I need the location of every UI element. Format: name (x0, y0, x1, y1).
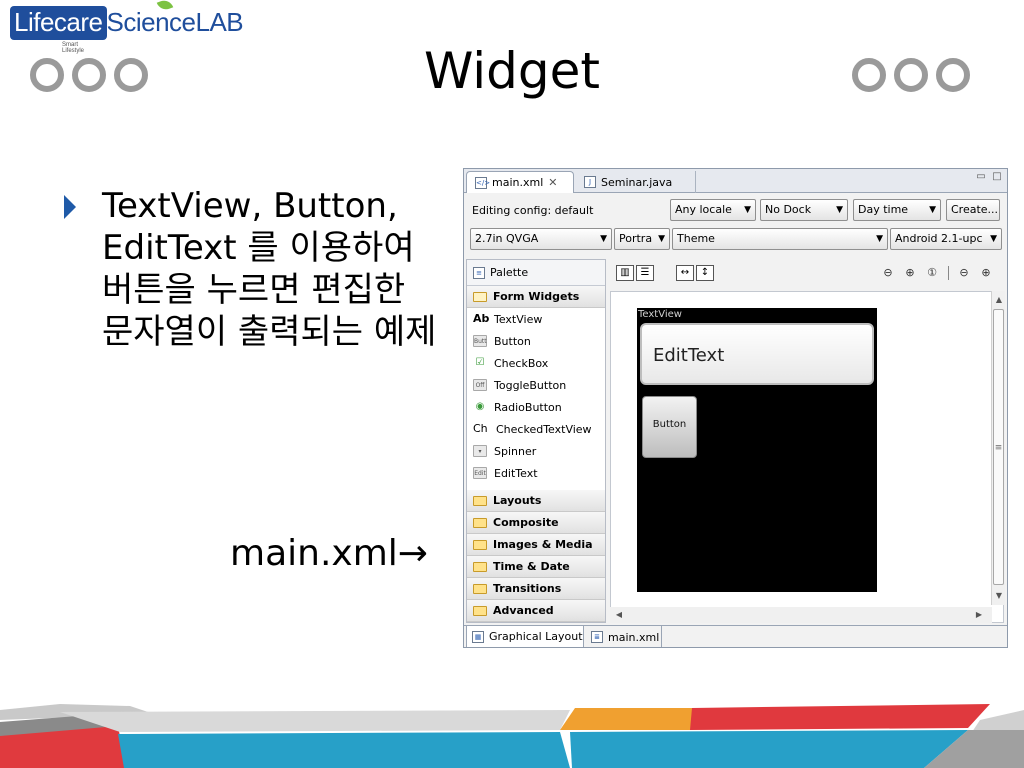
tab-seminar-java[interactable]: J Seminar.java (576, 171, 696, 193)
folder-icon (473, 605, 487, 616)
palette-item-checkbox[interactable]: ☑ CheckBox (467, 352, 605, 374)
footer-decoration (0, 704, 1024, 768)
toggle-icon: Off (473, 379, 487, 391)
config-row-bottom: 2.7in QVGA ▼ Portra ▼ Theme ▼ Android 2.1-u… (464, 228, 1007, 254)
fill-height-icon[interactable]: ↕ (696, 265, 714, 281)
tab-label: Seminar.java (601, 175, 673, 189)
horizontal-scrollbar[interactable]: ◀ ▶ (610, 607, 992, 623)
category-images-media[interactable]: Images & Media (467, 534, 605, 556)
folder-icon (473, 495, 487, 506)
time-select[interactable]: Day time ▼ (853, 199, 941, 221)
logo-part2: ScienceLAB (106, 7, 244, 37)
java-file-icon: J (584, 176, 596, 188)
toolbar-separator (948, 266, 949, 280)
folder-icon (473, 561, 487, 572)
zoom-out-icon[interactable]: ⊖ (880, 265, 896, 281)
maximize-icon[interactable]: □ (991, 172, 1003, 184)
folder-icon (473, 539, 487, 550)
dropdown-arrow-icon: ▼ (600, 234, 607, 244)
folder-icon (473, 583, 487, 594)
folder-open-icon (473, 291, 487, 302)
radio-icon: ◉ (475, 401, 485, 412)
palette-icon: ≡ (473, 266, 485, 279)
screen-size-select[interactable]: 2.7in QVGA ▼ (470, 228, 612, 250)
palette-item-edittext[interactable]: Edit EditText (467, 462, 605, 484)
category-layouts[interactable]: Layouts (467, 490, 605, 512)
xml-source-icon: ≣ (591, 631, 603, 643)
screenshot-caption: main.xml→ (230, 533, 428, 574)
layout-canvas[interactable]: TextView EditText Button (610, 291, 1004, 623)
fill-width-icon[interactable]: ↔ (676, 265, 694, 281)
layout-rows-icon[interactable]: ☰ (636, 265, 654, 281)
editing-config-label: Editing config: default (472, 204, 594, 217)
tab-label: main.xml (492, 176, 544, 189)
textview-icon: Ab (473, 312, 490, 325)
palette-item-spinner[interactable]: ▾ Spinner (467, 440, 605, 462)
category-time-date[interactable]: Time & Date (467, 556, 605, 578)
slide-title: Widget (423, 42, 601, 100)
category-transitions[interactable]: Transitions (467, 578, 605, 600)
palette-item-button[interactable]: Butt Button (467, 330, 605, 352)
device-preview[interactable]: TextView EditText Button (637, 308, 877, 592)
logo-part1: Lifecare (10, 6, 107, 40)
layout-columns-icon[interactable]: ▥ (616, 265, 634, 281)
zoom-minus-icon[interactable]: ⊖ (956, 265, 972, 281)
dropdown-arrow-icon: ▼ (836, 205, 843, 215)
scroll-up-icon[interactable]: ▲ (992, 293, 1006, 307)
preview-textview[interactable]: TextView (638, 309, 682, 320)
bullet-text: TextView, Button, EditText 를 이용하여 버튼을 누르… (102, 186, 437, 352)
dropdown-arrow-icon: ▼ (876, 234, 883, 244)
spinner-icon: ▾ (473, 445, 487, 457)
dropdown-arrow-icon: ▼ (658, 234, 665, 244)
scroll-thumb[interactable]: ≡ (993, 309, 1004, 585)
orientation-select[interactable]: Portra ▼ (614, 228, 670, 250)
palette-item-togglebutton[interactable]: Off ToggleButton (467, 374, 605, 396)
minimize-icon[interactable]: ▭ (975, 172, 987, 184)
graphical-layout-icon: ▦ (472, 630, 484, 643)
scroll-right-icon[interactable]: ▶ (972, 607, 986, 623)
close-icon[interactable]: ✕ (548, 176, 557, 189)
tab-main-xml[interactable]: </> main.xml ✕ (466, 171, 574, 193)
category-composite[interactable]: Composite (467, 512, 605, 534)
locale-select[interactable]: Any locale ▼ (670, 199, 756, 221)
dropdown-arrow-icon: ▼ (990, 234, 997, 244)
category-advanced[interactable]: Advanced (467, 600, 605, 622)
eclipse-layout-editor: </> main.xml ✕ J Seminar.java ▭ □ Editin… (463, 168, 1008, 648)
canvas-toolbar: ▥ ☰ ↔ ↕ ⊖ ⊕ ① ⊖ ⊕ (612, 261, 1006, 287)
folder-icon (473, 517, 487, 528)
palette-item-radiobutton[interactable]: ◉ RadioButton (467, 396, 605, 418)
button-widget-icon: Butt (473, 335, 487, 347)
palette-item-textview[interactable]: Ab TextView (467, 308, 605, 330)
tab-xml-source[interactable]: ≣ main.xml (586, 626, 662, 647)
theme-select[interactable]: Theme ▼ (672, 228, 888, 250)
create-config-button[interactable]: Create... (946, 199, 1000, 221)
checkbox-icon: ☑ (475, 357, 485, 368)
preview-edittext[interactable]: EditText (640, 323, 874, 385)
palette-header: ≡ Palette (467, 260, 605, 286)
edittext-icon: Edit (473, 467, 487, 479)
target-select[interactable]: Android 2.1-upc ▼ (890, 228, 1002, 250)
bullet-triangle-icon (64, 195, 76, 219)
tab-graphical-layout[interactable]: ▦ Graphical Layout (466, 626, 584, 647)
editor-bottom-tabs: ▦ Graphical Layout ≣ main.xml (464, 625, 1007, 647)
scroll-left-icon[interactable]: ◀ (612, 607, 626, 623)
zoom-plus-icon[interactable]: ⊕ (978, 265, 994, 281)
bullet-point: TextView, Button, EditText 를 이용하여 버튼을 누르… (64, 185, 454, 353)
category-form-widgets[interactable]: Form Widgets (467, 286, 605, 308)
preview-button[interactable]: Button (642, 396, 697, 458)
scroll-down-icon[interactable]: ▼ (992, 589, 1006, 603)
palette-panel: ≡ Palette Form Widgets Ab TextView Butt … (466, 259, 606, 623)
config-row-top: Editing config: default Any locale ▼ No D… (464, 199, 1007, 225)
zoom-actual-icon[interactable]: ① (924, 265, 940, 281)
dock-select[interactable]: No Dock ▼ (760, 199, 848, 221)
zoom-fit-icon[interactable]: ⊕ (902, 265, 918, 281)
palette-item-checkedtextview[interactable]: Ch CheckedTextView (467, 418, 605, 440)
vertical-scrollbar[interactable]: ▲ ≡ ▼ (991, 291, 1005, 605)
dropdown-arrow-icon: ▼ (744, 205, 751, 215)
checkedtextview-icon: Ch (473, 422, 488, 435)
window-controls: ▭ □ (975, 172, 1003, 184)
dropdown-arrow-icon: ▼ (929, 205, 936, 215)
editor-tab-bar: </> main.xml ✕ J Seminar.java ▭ □ (464, 169, 1007, 193)
xml-file-icon: </> (475, 176, 491, 189)
